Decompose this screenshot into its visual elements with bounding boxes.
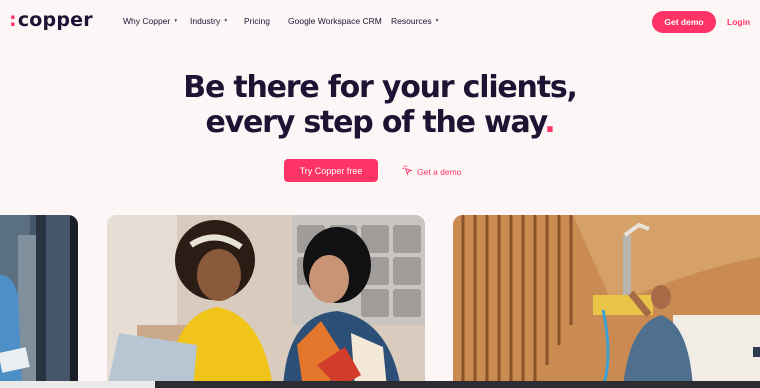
hero-line-2-text: every step of the way [205,105,546,140]
get-demo-button[interactable]: Get demo [652,11,716,33]
photo-two-women-laptop [107,215,425,388]
menu-item-why-copper[interactable]: Why Copper ▼ [123,16,178,26]
chevron-down-icon: ▼ [173,18,179,24]
top-navigation: : copper Why Copper ▼ Industry ▼ Pricing… [0,0,760,44]
menu-item-resources[interactable]: Resources ▼ [391,16,440,26]
photo-office-person [0,215,78,388]
menu-item-label: Resources [391,16,432,26]
hero-line-2: every step of the way. [0,105,760,140]
main-menu: Why Copper ▼ Industry ▼ Pricing Google W… [0,16,760,30]
menu-item-label: Why Copper [123,16,171,26]
menu-item-industry[interactable]: Industry ▼ [190,16,228,26]
hero-line-1: Be there for your clients, [183,70,578,105]
bottom-strip-light-segment [0,381,155,388]
menu-item-label: Google Workspace CRM [288,16,382,26]
bottom-strip [0,381,760,388]
hero-headline: Be there for your clients, every step of… [0,70,760,140]
try-copper-free-button[interactable]: Try Copper free [284,159,378,182]
menu-item-label: Pricing [244,16,270,26]
menu-item-label: Industry [190,16,221,26]
photo-technician-ceiling [453,215,760,388]
get-a-demo-label: Get a demo [417,166,462,177]
menu-item-pricing[interactable]: Pricing [244,16,270,26]
login-link[interactable]: Login [727,17,750,27]
get-a-demo-link[interactable]: Get a demo [402,165,461,178]
chevron-down-icon: ▼ [434,18,440,24]
accent-dot: . [544,105,555,140]
menu-item-google-workspace-crm[interactable]: Google Workspace CRM [288,16,382,26]
cursor-click-icon [402,165,413,178]
chevron-down-icon: ▼ [223,18,229,24]
